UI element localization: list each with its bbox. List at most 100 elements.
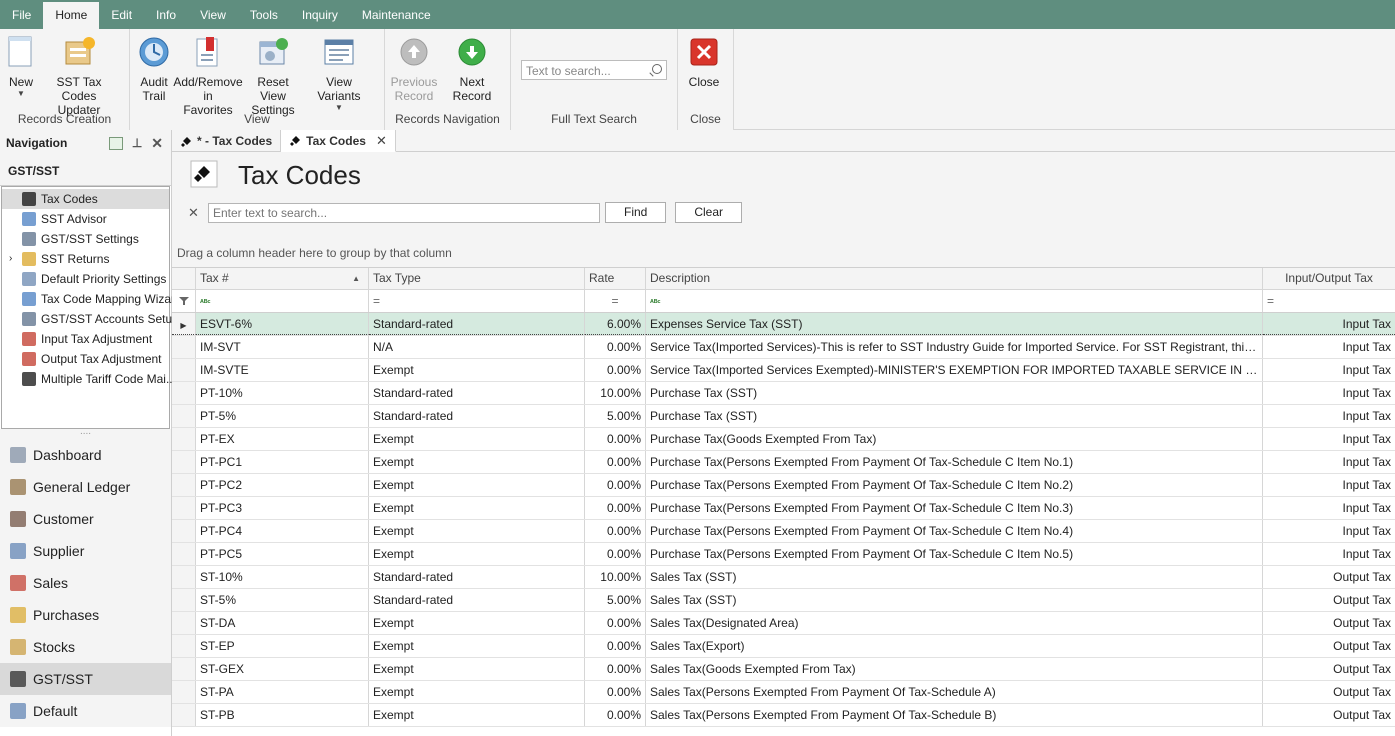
cell-tax-type[interactable]: Exempt: [369, 681, 585, 703]
table-row[interactable]: ST-PB Exempt 0.00% Sales Tax(Persons Exempt…: [172, 704, 1395, 727]
filter-cell-input-output[interactable]: =: [1263, 290, 1395, 312]
cell-input-output-tax[interactable]: Input Tax: [1263, 451, 1395, 473]
table-row[interactable]: IM-SVTE Exempt 0.00% Service Tax(Imported S…: [172, 359, 1395, 382]
filter-cell-rate[interactable]: =: [585, 290, 646, 312]
table-row[interactable]: ▶ ESVT-6% Standard-rated 6.00% Expenses Serv…: [172, 313, 1395, 336]
cell-input-output-tax[interactable]: Input Tax: [1263, 520, 1395, 542]
table-row[interactable]: ST-5% Standard-rated 5.00% Sales Tax (SST) O…: [172, 589, 1395, 612]
cell-tax-type[interactable]: Exempt: [369, 474, 585, 496]
cell-description[interactable]: Sales Tax (SST): [646, 589, 1263, 611]
cell-input-output-tax[interactable]: Input Tax: [1263, 336, 1395, 358]
table-row[interactable]: IM-SVT N/A 0.00% Service Tax(Imported Servi…: [172, 336, 1395, 359]
cell-tax-type[interactable]: Exempt: [369, 635, 585, 657]
menu-tab-info[interactable]: Info: [144, 0, 188, 29]
cell-tax-no[interactable]: PT-PC1: [196, 451, 369, 473]
column-header-tax-type[interactable]: Tax Type: [369, 268, 585, 289]
cell-rate[interactable]: 0.00%: [585, 497, 646, 519]
column-header-tax-no[interactable]: Tax # ▲: [196, 268, 369, 289]
panel-splitter[interactable]: ....: [0, 427, 171, 439]
cell-description[interactable]: Purchase Tax (SST): [646, 382, 1263, 404]
table-row[interactable]: ST-EP Exempt 0.00% Sales Tax(Export) Output …: [172, 635, 1395, 658]
nav-tree-item[interactable]: SST Advisor: [2, 209, 169, 229]
cell-tax-type[interactable]: Standard-rated: [369, 405, 585, 427]
menu-tab-inquiry[interactable]: Inquiry: [290, 0, 350, 29]
pin-icon[interactable]: ⊥: [132, 136, 142, 150]
cell-description[interactable]: Sales Tax(Persons Exempted From Payment …: [646, 681, 1263, 703]
cell-tax-type[interactable]: Exempt: [369, 612, 585, 634]
cell-description[interactable]: Sales Tax(Persons Exempted From Payment …: [646, 704, 1263, 726]
cell-tax-no[interactable]: PT-PC4: [196, 520, 369, 542]
cell-tax-no[interactable]: ST-DA: [196, 612, 369, 634]
cell-input-output-tax[interactable]: Input Tax: [1263, 497, 1395, 519]
close-icon[interactable]: ✕: [151, 135, 163, 152]
module-sales[interactable]: Sales: [0, 567, 171, 599]
cell-description[interactable]: Purchase Tax(Persons Exempted From Payme…: [646, 520, 1263, 542]
cell-rate[interactable]: 10.00%: [585, 566, 646, 588]
cell-rate[interactable]: 10.00%: [585, 382, 646, 404]
nav-tree-item[interactable]: Tax Code Mapping Wizard: [2, 289, 182, 309]
column-header-description[interactable]: Description: [646, 268, 1263, 289]
cell-tax-type[interactable]: Standard-rated: [369, 382, 585, 404]
module-general-ledger[interactable]: General Ledger: [0, 471, 171, 503]
table-row[interactable]: PT-PC1 Exempt 0.00% Purchase Tax(Persons Ex…: [172, 451, 1395, 474]
table-row[interactable]: PT-EX Exempt 0.00% Purchase Tax(Goods Exemp…: [172, 428, 1395, 451]
cell-tax-no[interactable]: ST-10%: [196, 566, 369, 588]
cell-tax-no[interactable]: PT-EX: [196, 428, 369, 450]
cell-tax-type[interactable]: Exempt: [369, 543, 585, 565]
nav-tree-item[interactable]: Input Tax Adjustment: [2, 329, 169, 349]
menu-tab-view[interactable]: View: [188, 0, 238, 29]
cell-tax-type[interactable]: Standard-rated: [369, 589, 585, 611]
nav-tree-item[interactable]: › SST Returns: [2, 249, 169, 269]
table-row[interactable]: ST-10% Standard-rated 10.00% Sales Tax (SST…: [172, 566, 1395, 589]
cell-tax-no[interactable]: ST-5%: [196, 589, 369, 611]
cell-description[interactable]: Purchase Tax(Goods Exempted From Tax): [646, 428, 1263, 450]
cell-tax-no[interactable]: PT-10%: [196, 382, 369, 404]
nav-tree-item[interactable]: Output Tax Adjustment: [2, 349, 169, 369]
nav-tree-item[interactable]: GST/SST Settings: [2, 229, 169, 249]
cell-rate[interactable]: 0.00%: [585, 359, 646, 381]
cell-tax-type[interactable]: Exempt: [369, 704, 585, 726]
cell-tax-no[interactable]: IM-SVT: [196, 336, 369, 358]
cell-input-output-tax[interactable]: Output Tax: [1263, 612, 1395, 634]
cell-rate[interactable]: 0.00%: [585, 704, 646, 726]
layout-icon[interactable]: [108, 136, 123, 150]
nav-tree-item[interactable]: Default Priority Settings: [2, 269, 169, 289]
cell-tax-type[interactable]: Standard-rated: [369, 566, 585, 588]
menu-tab-tools[interactable]: Tools: [238, 0, 290, 29]
nav-tree-item[interactable]: Multiple Tariff Code Mai...: [2, 369, 176, 389]
cell-tax-no[interactable]: PT-PC3: [196, 497, 369, 519]
cell-description[interactable]: Purchase Tax (SST): [646, 405, 1263, 427]
cell-rate[interactable]: 0.00%: [585, 543, 646, 565]
module-gst-sst[interactable]: GST/SST: [0, 663, 171, 695]
menu-tab-home[interactable]: Home: [43, 2, 100, 29]
column-header-input-output-tax[interactable]: Input/Output Tax: [1263, 268, 1395, 289]
module-supplier[interactable]: Supplier: [0, 535, 171, 567]
filter-cell-tax-no[interactable]: ᴬᴮᶜ: [196, 290, 369, 312]
cell-input-output-tax[interactable]: Output Tax: [1263, 635, 1395, 657]
table-row[interactable]: ST-DA Exempt 0.00% Sales Tax(Designated Are…: [172, 612, 1395, 635]
cell-rate[interactable]: 0.00%: [585, 451, 646, 473]
filter-cell-tax-type[interactable]: =: [369, 290, 585, 312]
cell-rate[interactable]: 0.00%: [585, 336, 646, 358]
cell-description[interactable]: Sales Tax(Designated Area): [646, 612, 1263, 634]
cell-tax-no[interactable]: IM-SVTE: [196, 359, 369, 381]
expand-chevron-icon[interactable]: ›: [9, 253, 12, 264]
cell-description[interactable]: Service Tax(Imported Services)-This is r…: [646, 336, 1263, 358]
cell-tax-no[interactable]: PT-5%: [196, 405, 369, 427]
cell-input-output-tax[interactable]: Output Tax: [1263, 704, 1395, 726]
module-dashboard[interactable]: Dashboard: [0, 439, 171, 471]
cell-tax-type[interactable]: N/A: [369, 336, 585, 358]
cell-tax-no[interactable]: ST-EP: [196, 635, 369, 657]
cell-rate[interactable]: 0.00%: [585, 520, 646, 542]
cell-description[interactable]: Service Tax(Imported Services Exempted)-…: [646, 359, 1263, 381]
document-tab[interactable]: Tax Codes ✕: [281, 130, 396, 152]
cell-tax-no[interactable]: PT-PC2: [196, 474, 369, 496]
filter-cell-description[interactable]: ᴬᴮᶜ: [646, 290, 1263, 312]
close-tab-icon[interactable]: ✕: [376, 133, 387, 149]
cell-rate[interactable]: 0.00%: [585, 428, 646, 450]
cell-input-output-tax[interactable]: Input Tax: [1263, 382, 1395, 404]
cell-description[interactable]: Expenses Service Tax (SST): [646, 313, 1263, 335]
cell-description[interactable]: Sales Tax(Goods Exempted From Tax): [646, 658, 1263, 680]
document-tab[interactable]: * - Tax Codes: [172, 130, 282, 152]
nav-tree-item[interactable]: Tax Codes: [2, 189, 169, 209]
